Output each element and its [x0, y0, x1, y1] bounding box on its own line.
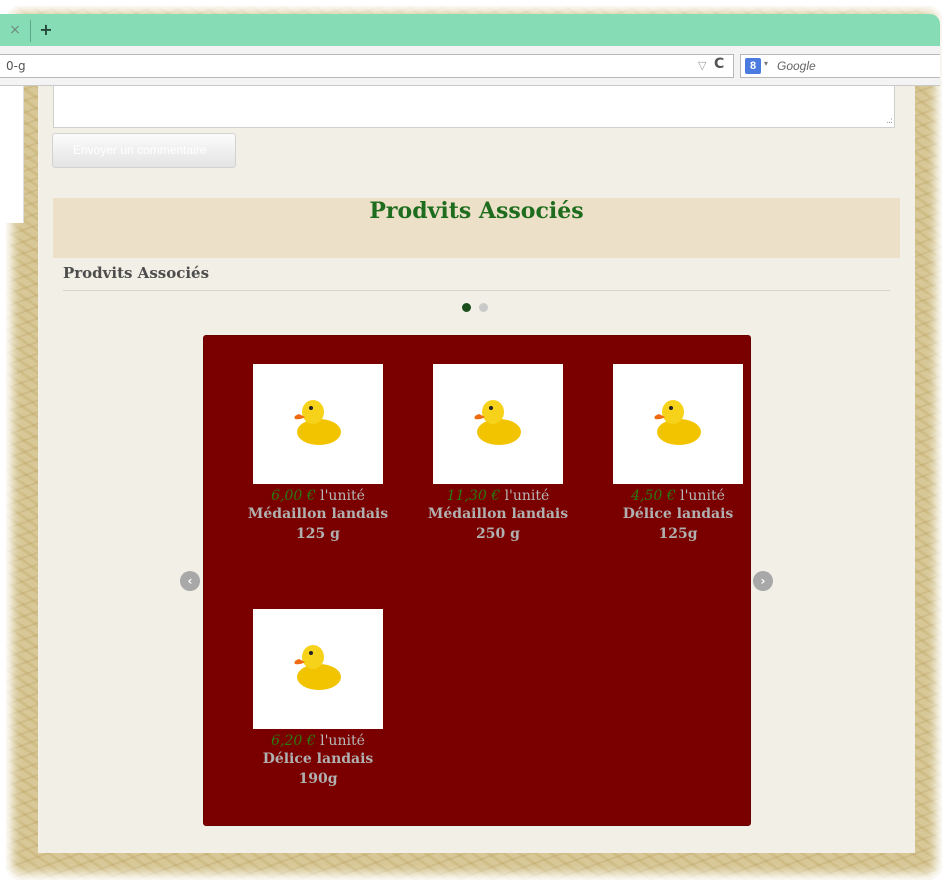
comment-textarea[interactable]: ..:: [53, 86, 895, 128]
price-line: 4,50 € l'unité: [598, 488, 758, 504]
google-icon[interactable]: 8: [745, 58, 761, 74]
product-price: 4,50 €: [631, 488, 676, 504]
product-card[interactable]: 4,50 € l'unité Délice landais 125g: [598, 364, 758, 544]
product-weight[interactable]: 125 g: [238, 524, 398, 544]
price-line: 6,00 € l'unité: [238, 488, 398, 504]
product-name[interactable]: Délice landais: [238, 749, 398, 769]
url-bar[interactable]: 0-g ▽ C: [0, 54, 734, 78]
price-unit: l'unité: [320, 733, 365, 749]
price-line: 11,30 € l'unité: [418, 488, 578, 504]
related-products-banner: Prodvits Associés: [53, 198, 900, 258]
product-weight[interactable]: 125g: [598, 524, 758, 544]
product-price: 11,30 €: [446, 488, 501, 504]
pagination-dot-1[interactable]: [462, 303, 471, 312]
product-name[interactable]: Médaillon landais: [238, 504, 398, 524]
product-card[interactable]: 6,00 € l'unité Médaillon landais 125 g: [238, 364, 398, 544]
product-weight[interactable]: 250 g: [418, 524, 578, 544]
close-tab-icon[interactable]: ×: [8, 22, 22, 38]
subtitle-divider: [63, 290, 890, 291]
product-thumbnail[interactable]: [253, 609, 383, 729]
rubber-duck-icon: [294, 645, 341, 690]
url-text[interactable]: 0-g: [6, 59, 26, 73]
carousel-next-button[interactable]: ›: [753, 571, 773, 591]
tab-divider: [30, 20, 31, 42]
content-panel: ..: Envoyer un commentaire Prodvits Asso…: [38, 86, 915, 853]
product-name[interactable]: Délice landais: [598, 504, 758, 524]
product-weight[interactable]: 190g: [238, 769, 398, 789]
tab-strip: [0, 14, 940, 46]
background-page-strip: [6, 86, 24, 223]
related-products-subtitle: Prodvits Associés: [63, 264, 210, 282]
new-tab-icon[interactable]: +: [38, 22, 54, 38]
price-unit: l'unité: [680, 488, 725, 504]
price-unit: l'unité: [504, 488, 550, 504]
carousel-pagination: [462, 303, 492, 313]
search-engine-caret-icon[interactable]: ▾: [764, 59, 768, 68]
rubber-duck-icon: [294, 400, 341, 445]
search-bar[interactable]: 8 ▾ Google: [740, 54, 940, 78]
price-unit: l'unité: [320, 488, 365, 504]
url-dropdown-icon[interactable]: ▽: [698, 59, 706, 72]
product-thumbnail[interactable]: [253, 364, 383, 484]
product-card[interactable]: 11,30 € l'unité Médaillon landais 250 g: [418, 364, 578, 544]
search-input[interactable]: Google: [777, 59, 816, 73]
rubber-duck-icon: [474, 400, 521, 445]
navigation-bar: 0-g ▽ C 8 ▾ Google: [0, 46, 940, 86]
reload-icon[interactable]: C: [714, 56, 724, 72]
product-price: 6,20 €: [271, 733, 316, 749]
carousel-prev-button[interactable]: ‹: [180, 571, 200, 591]
rubber-duck-icon: [654, 400, 701, 445]
resize-grip-icon[interactable]: ..:: [886, 116, 893, 126]
send-comment-button[interactable]: Envoyer un commentaire: [52, 133, 236, 168]
product-price: 6,00 €: [271, 488, 316, 504]
product-thumbnail[interactable]: [613, 364, 743, 484]
pagination-dot-2[interactable]: [479, 303, 488, 312]
price-line: 6,20 € l'unité: [238, 733, 398, 749]
related-products-carousel: 6,00 € l'unité Médaillon landais 125 g 1…: [203, 335, 751, 826]
product-thumbnail[interactable]: [433, 364, 563, 484]
product-card[interactable]: 6,20 € l'unité Délice landais 190g: [238, 609, 398, 789]
product-name[interactable]: Médaillon landais: [418, 504, 578, 524]
